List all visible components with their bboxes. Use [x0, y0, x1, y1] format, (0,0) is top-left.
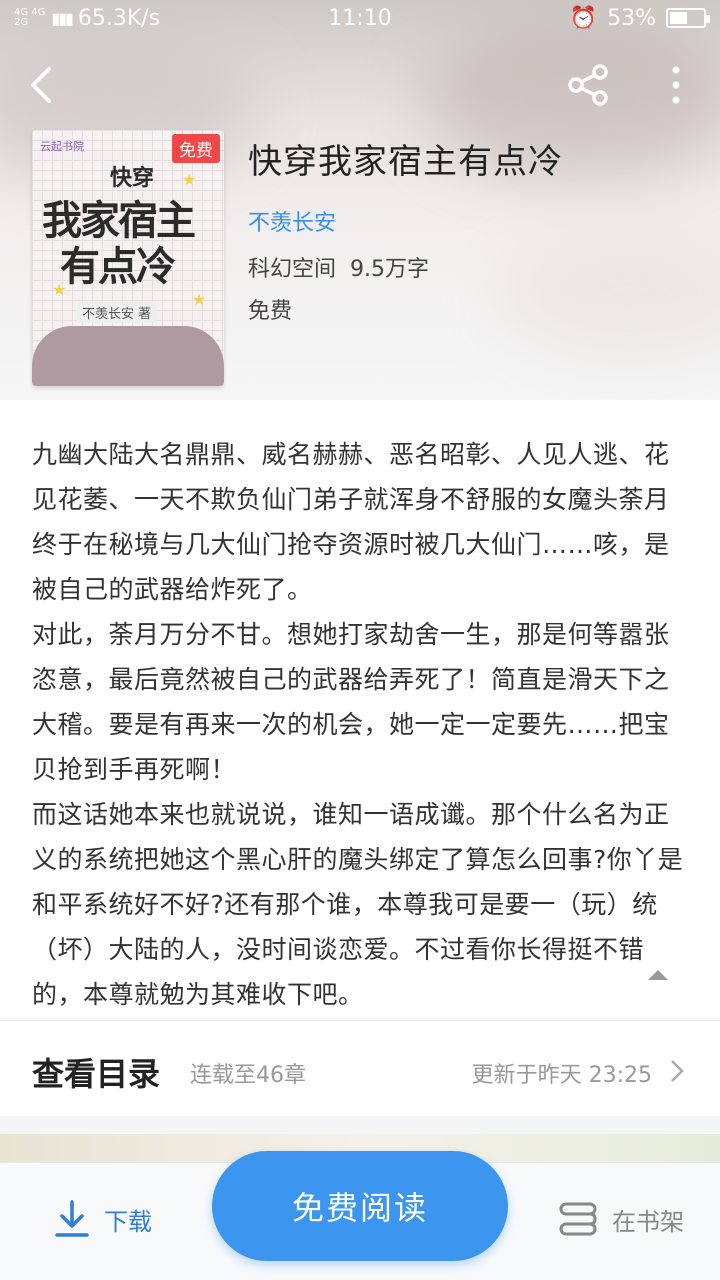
- back-arrow-icon: [31, 67, 51, 103]
- chevron-right-icon: [671, 1060, 684, 1082]
- download-label: 下载: [104, 1207, 152, 1236]
- back-button[interactable]: [10, 50, 70, 120]
- book-meta: 科幻空间 9.5万字: [248, 251, 563, 283]
- last-updated: 更新于昨天 23:25: [471, 1063, 652, 1088]
- more-button[interactable]: [646, 50, 706, 120]
- description-section: 九幽大陆大名鼎鼎、威名赫赫、恶名昭彰、人见人逃、花见花萎、一天不欺负仙门弟子就浑…: [0, 400, 720, 1018]
- book-category: 科幻空间: [248, 257, 337, 282]
- bottom-action-bar: 下载 免费阅读 在书架: [0, 1151, 720, 1280]
- battery-icon: [666, 8, 710, 28]
- description-paragraph: 而这话她本来也就说说，谁知一语成谶。那个什么名为正义的系统把她这个黑心肝的魔头绑…: [32, 800, 684, 1009]
- book-cover[interactable]: 云起书院 快穿 我家宿主 有点冷 不羡长安 著 ★ ★ ★ 免费: [32, 130, 224, 386]
- free-read-button[interactable]: 免费阅读: [212, 1151, 508, 1261]
- description-paragraph: 对此，荼月万分不甘。想她打家劫舍一生，那是何等嚣张恣意，最后竟然被自己的武器给弄…: [32, 620, 670, 784]
- download-icon: [55, 1200, 89, 1237]
- download-button[interactable]: 下载: [54, 1199, 152, 1239]
- book-title: 快穿我家宿主有点冷: [248, 142, 563, 182]
- word-count: 9.5万字: [350, 257, 430, 282]
- book-info: 快穿我家宿主有点冷 不羡长安 科幻空间 9.5万字 免费: [248, 130, 563, 325]
- cover-publisher: 云起书院: [40, 140, 84, 153]
- book-description[interactable]: 九幽大陆大名鼎鼎、威名赫赫、恶名昭彰、人见人逃、花见花萎、一天不欺负仙门弟子就浑…: [32, 432, 692, 1017]
- on-shelf-button[interactable]: 在书架: [558, 1201, 684, 1237]
- book-header: 云起书院 快穿 我家宿主 有点冷 不羡长安 著 ★ ★ ★ 免费 快穿我家宿主有…: [32, 130, 692, 390]
- shelf-label: 在书架: [612, 1207, 684, 1236]
- star-icon: ★: [52, 280, 67, 299]
- free-badge: 免费: [172, 134, 220, 163]
- nav-bar: [0, 50, 720, 120]
- more-vertical-icon: [672, 66, 680, 104]
- star-icon: ★: [182, 170, 197, 189]
- collapse-arrow-icon[interactable]: [648, 970, 668, 980]
- bookshelf-icon: [559, 1202, 597, 1236]
- status-bar: 4G 4G 2G ▮▮▮ 65.3K/s 11:10 ⏰ 53%: [0, 0, 720, 36]
- share-icon: [568, 64, 608, 106]
- star-icon: ★: [192, 290, 207, 309]
- share-button[interactable]: [558, 50, 618, 120]
- cover-author: 不羡长安 著: [76, 302, 158, 323]
- book-author[interactable]: 不羡长安: [248, 205, 563, 237]
- toc-label: 查看目录: [32, 1055, 161, 1093]
- book-price: 免费: [248, 299, 293, 324]
- serial-status: 连载至46章: [190, 1063, 306, 1088]
- description-paragraph: 九幽大陆大名鼎鼎、威名赫赫、恶名昭彰、人见人逃、花见花萎、一天不欺负仙门弟子就浑…: [32, 440, 670, 604]
- table-of-contents-row[interactable]: 查看目录 连载至46章 更新于昨天 23:25: [0, 1020, 720, 1116]
- clock: 11:10: [328, 6, 392, 31]
- cover-title-line3: 有点冷: [60, 244, 176, 290]
